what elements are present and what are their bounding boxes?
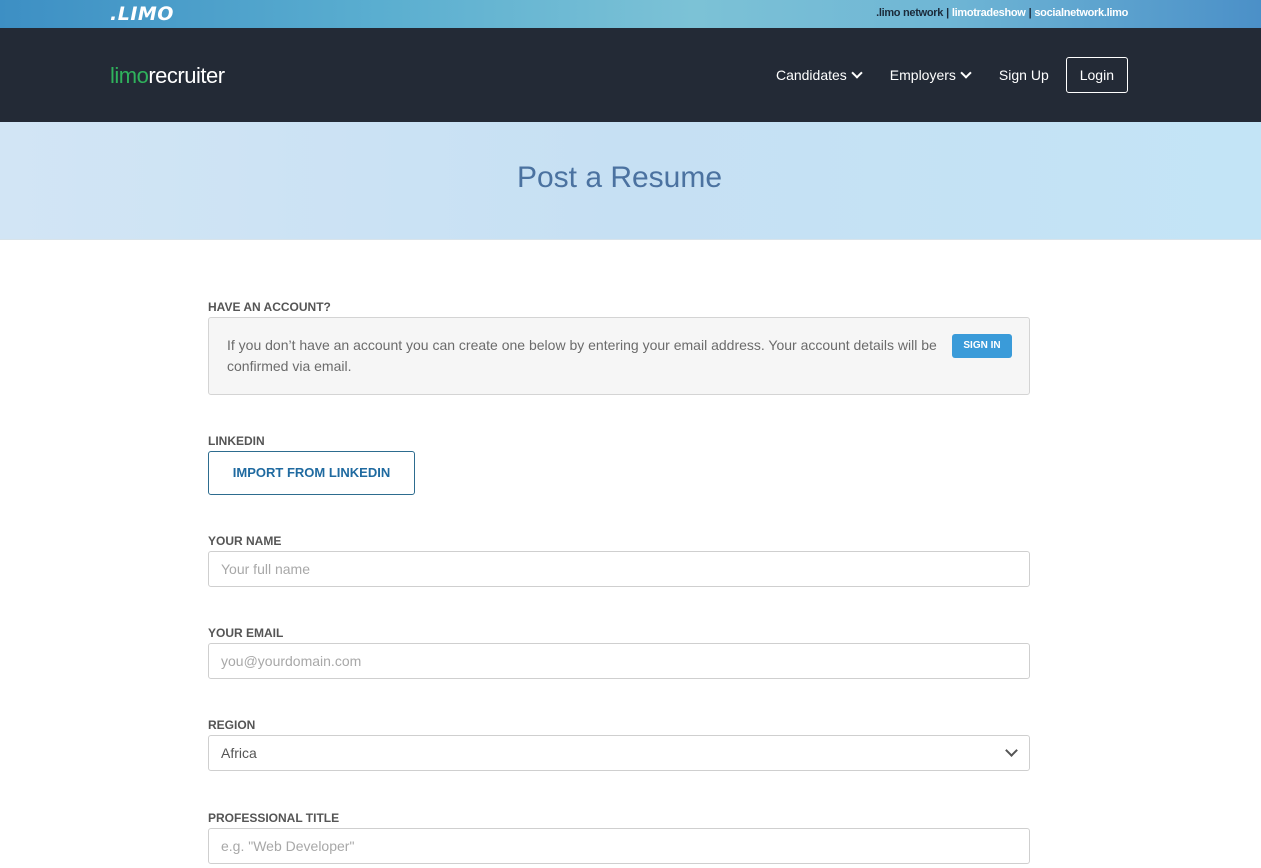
have-account-label: HAVE AN ACCOUNT?	[208, 300, 331, 314]
professional-title-label: PROFESSIONAL TITLE	[208, 811, 340, 825]
chevron-down-icon	[960, 66, 972, 79]
sign-in-button[interactable]: SIGN IN	[952, 334, 1012, 358]
nav-employers-dropdown[interactable]: Employers	[889, 66, 972, 83]
region-select[interactable]: Africa	[208, 735, 1030, 771]
network-link-socialnetwork[interactable]: socialnetwork.limo	[1034, 7, 1128, 19]
account-notice-box: If you don’t have an account you can cre…	[208, 317, 1030, 395]
link-separator: |	[1028, 7, 1032, 19]
nav-signup-link[interactable]: Sign Up	[999, 67, 1049, 83]
logo-recruiter-text: recruiter	[148, 63, 225, 88]
email-input[interactable]	[208, 643, 1030, 679]
region-label: REGION	[208, 718, 256, 732]
account-notice-text: If you don’t have an account you can cre…	[227, 337, 937, 374]
network-link-limotradeshow[interactable]: limotradeshow	[952, 7, 1026, 19]
network-link-limo-network[interactable]: .limo network	[876, 7, 943, 19]
chevron-down-icon	[1005, 744, 1018, 757]
professional-title-input[interactable]	[208, 828, 1030, 864]
main-navbar: limorecruiter Candidates Employers Sign …	[0, 28, 1261, 122]
email-label: YOUR EMAIL	[208, 626, 284, 640]
page-hero: Post a Resume	[0, 122, 1261, 240]
nav-employers-label: Employers	[889, 67, 956, 83]
limorecruiter-logo[interactable]: limorecruiter	[110, 63, 225, 89]
page-title: Post a Resume	[516, 161, 723, 194]
network-bar: .LIMO .limo network | limotradeshow | social…	[0, 0, 1261, 28]
import-linkedin-button[interactable]: IMPORT FROM LINKEDIN	[208, 451, 415, 495]
name-label: YOUR NAME	[208, 534, 282, 548]
nav-candidates-dropdown[interactable]: Candidates	[775, 66, 863, 83]
name-input[interactable]	[208, 551, 1030, 587]
link-separator: |	[946, 7, 949, 19]
chevron-down-icon	[851, 66, 863, 79]
region-selected-value: Africa	[221, 745, 257, 761]
nav-menu: Candidates Employers Sign Up Login	[747, 57, 1128, 93]
login-button[interactable]: Login	[1065, 57, 1128, 93]
network-links: .limo network | limotradeshow | socialnetwor…	[876, 7, 1128, 19]
nav-candidates-label: Candidates	[775, 67, 847, 83]
limo-brand-logo[interactable]: .LIMO	[110, 3, 174, 25]
linkedin-label: LINKEDIN	[208, 434, 265, 448]
logo-limo-text: limo	[110, 63, 149, 88]
